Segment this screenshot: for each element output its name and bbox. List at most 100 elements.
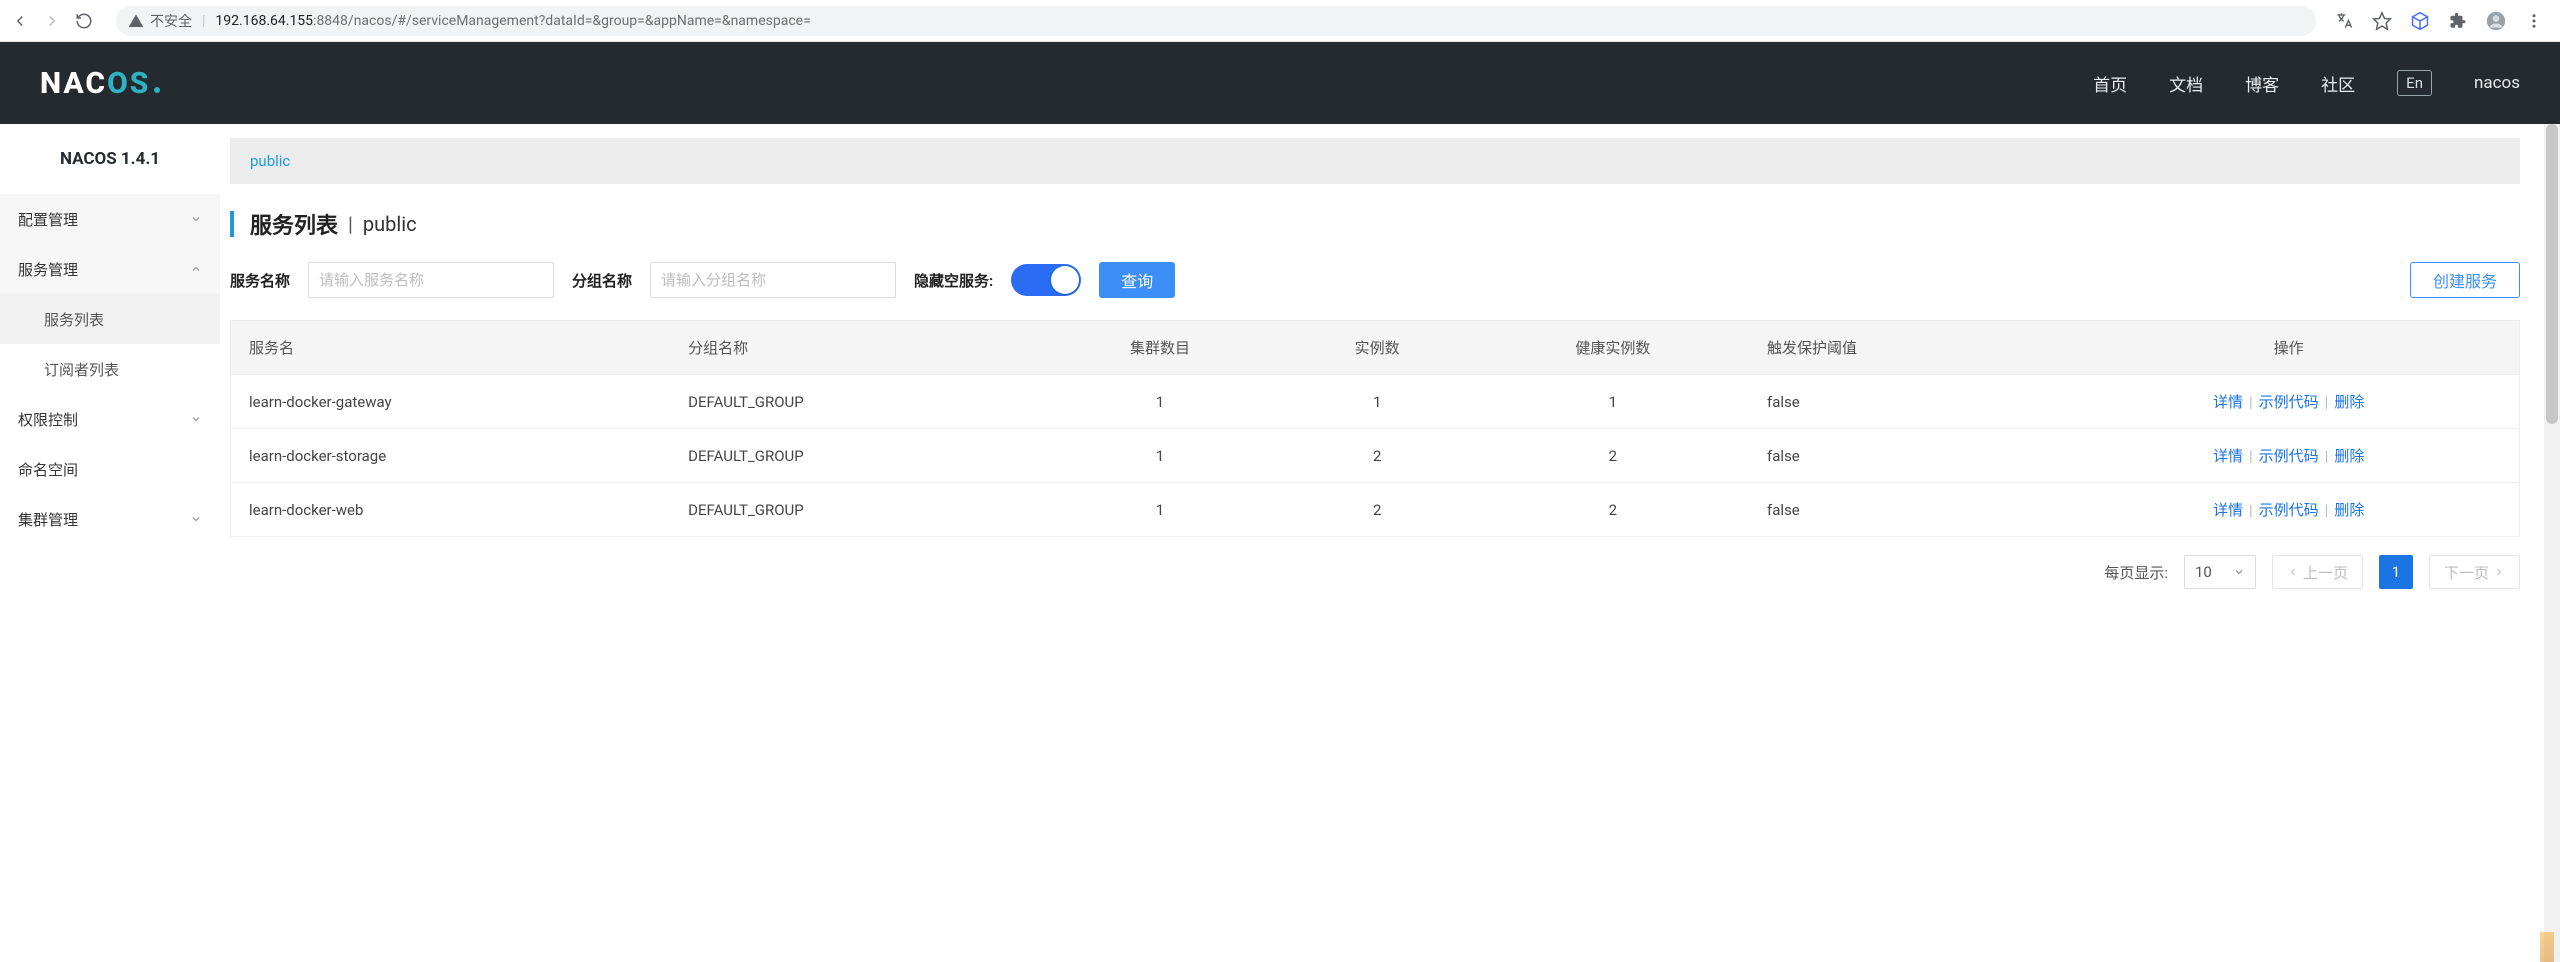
sidebar-item-service-mgr[interactable]: 服务管理: [0, 244, 220, 294]
cell-group: DEFAULT_GROUP: [670, 429, 1042, 483]
cell-name: learn-docker-storage: [231, 429, 671, 483]
cell-ops: 详情|示例代码|删除: [2058, 375, 2519, 429]
group-name-input[interactable]: [650, 262, 896, 298]
browser-toolbar: 不安全 | 192.168.64.155:8848/nacos/#/servic…: [0, 0, 2560, 42]
op-detail[interactable]: 详情: [2213, 447, 2243, 465]
user-label[interactable]: nacos: [2474, 73, 2520, 93]
query-button[interactable]: 查询: [1099, 262, 1175, 298]
op-detail[interactable]: 详情: [2213, 393, 2243, 411]
lang-toggle[interactable]: En: [2397, 70, 2432, 96]
chevron-down-icon: [190, 213, 202, 225]
nav-community[interactable]: 社区: [2321, 71, 2355, 96]
create-service-button[interactable]: 创建服务: [2410, 262, 2520, 298]
th-instances: 实例数: [1278, 321, 1477, 375]
service-name-input[interactable]: [308, 262, 554, 298]
profile-icon[interactable]: [2486, 11, 2506, 31]
sidebar-item-perm-ctrl[interactable]: 权限控制: [0, 394, 220, 444]
cube-icon[interactable]: [2410, 11, 2430, 31]
cell-instances: 2: [1278, 483, 1477, 537]
cell-ops: 详情|示例代码|删除: [2058, 429, 2519, 483]
cell-clusters: 1: [1042, 429, 1278, 483]
page-number-current[interactable]: 1: [2379, 555, 2413, 589]
hide-empty-label: 隐藏空服务:: [914, 270, 993, 291]
sidebar-title: NACOS 1.4.1: [0, 124, 220, 194]
op-sample[interactable]: 示例代码: [2259, 393, 2319, 411]
th-group: 分组名称: [670, 321, 1042, 375]
next-page-button[interactable]: 下一页: [2429, 555, 2520, 589]
cell-clusters: 1: [1042, 375, 1278, 429]
title-divider: |: [348, 212, 353, 236]
app-header: NACOS 首页 文档 博客 社区 En nacos: [0, 42, 2560, 124]
cell-name: learn-docker-gateway: [231, 375, 671, 429]
devtools-accent: [2540, 932, 2554, 962]
chevron-right-icon: [2493, 566, 2505, 578]
sidebar-item-config-mgr[interactable]: 配置管理: [0, 194, 220, 244]
cell-healthy: 1: [1477, 375, 1749, 429]
sidebar-item-label: 订阅者列表: [44, 359, 119, 380]
sidebar-item-subscriber-list[interactable]: 订阅者列表: [0, 344, 220, 394]
cell-group: DEFAULT_GROUP: [670, 483, 1042, 537]
address-bar[interactable]: 不安全 | 192.168.64.155:8848/nacos/#/servic…: [116, 6, 2316, 36]
cell-instances: 2: [1278, 429, 1477, 483]
translate-icon[interactable]: [2334, 11, 2354, 31]
th-threshold: 触发保护阈值: [1749, 321, 2058, 375]
op-sample[interactable]: 示例代码: [2259, 447, 2319, 465]
group-name-label: 分组名称: [572, 270, 632, 291]
hide-empty-toggle[interactable]: [1011, 264, 1081, 296]
cell-name: learn-docker-web: [231, 483, 671, 537]
sidebar-item-label: 服务管理: [18, 259, 78, 280]
cell-group: DEFAULT_GROUP: [670, 375, 1042, 429]
main-content: public 服务列表 | public 服务名称 分组名称 隐藏空服务: 查询…: [220, 124, 2560, 962]
cell-ops: 详情|示例代码|删除: [2058, 483, 2519, 537]
sidebar-item-service-list[interactable]: 服务列表: [0, 294, 220, 344]
scrollbar[interactable]: [2544, 124, 2560, 962]
insecure-label: 不安全: [150, 11, 192, 31]
op-delete[interactable]: 删除: [2334, 501, 2364, 519]
table-row: learn-docker-webDEFAULT_GROUP122false详情|…: [231, 483, 2520, 537]
kebab-menu-icon[interactable]: [2524, 11, 2544, 31]
address-separator: |: [202, 13, 205, 29]
chevron-down-icon: [190, 413, 202, 425]
reload-button[interactable]: [74, 11, 94, 31]
th-ops: 操作: [2058, 321, 2519, 375]
chevron-left-icon: [2287, 566, 2299, 578]
th-healthy: 健康实例数: [1477, 321, 1749, 375]
op-detail[interactable]: 详情: [2213, 501, 2243, 519]
op-sample[interactable]: 示例代码: [2259, 501, 2319, 519]
op-delete[interactable]: 删除: [2334, 393, 2364, 411]
sidebar-item-label: 权限控制: [18, 409, 78, 430]
cell-healthy: 2: [1477, 483, 1749, 537]
top-nav: 首页 文档 博客 社区 En nacos: [2093, 70, 2520, 96]
back-button[interactable]: [10, 11, 30, 31]
prev-page-button[interactable]: 上一页: [2272, 555, 2363, 589]
sidebar-item-label: 服务列表: [44, 309, 104, 330]
star-icon[interactable]: [2372, 11, 2392, 31]
url-text: 192.168.64.155:8848/nacos/#/serviceManag…: [215, 12, 810, 29]
cell-threshold: false: [1749, 429, 2058, 483]
op-delete[interactable]: 删除: [2334, 447, 2364, 465]
nav-docs[interactable]: 文档: [2169, 71, 2203, 96]
page-size-select[interactable]: 10: [2184, 555, 2256, 589]
nav-home[interactable]: 首页: [2093, 71, 2127, 96]
sidebar-item-namespace[interactable]: 命名空间: [0, 444, 220, 494]
filter-controls: 服务名称 分组名称 隐藏空服务: 查询 创建服务: [230, 262, 2520, 298]
page-size-label: 每页显示:: [2104, 562, 2168, 583]
tab-public[interactable]: public: [250, 152, 290, 170]
table-row: learn-docker-gatewayDEFAULT_GROUP111fals…: [231, 375, 2520, 429]
sidebar-item-cluster-mgr[interactable]: 集群管理: [0, 494, 220, 544]
insecure-warning: 不安全: [128, 11, 192, 31]
service-table: 服务名 分组名称 集群数目 实例数 健康实例数 触发保护阈值 操作 learn-…: [230, 320, 2520, 537]
th-clusters: 集群数目: [1042, 321, 1278, 375]
chevron-up-icon: [190, 263, 202, 275]
cell-threshold: false: [1749, 375, 2058, 429]
extensions-icon[interactable]: [2448, 11, 2468, 31]
chevron-down-icon: [2233, 566, 2245, 578]
page-size-value: 10: [2195, 563, 2212, 581]
forward-button[interactable]: [42, 11, 62, 31]
th-name: 服务名: [231, 321, 671, 375]
chevron-down-icon: [190, 513, 202, 525]
table-row: learn-docker-storageDEFAULT_GROUP122fals…: [231, 429, 2520, 483]
nav-blog[interactable]: 博客: [2245, 71, 2279, 96]
nacos-logo[interactable]: NACOS: [40, 66, 160, 101]
service-name-label: 服务名称: [230, 270, 290, 291]
